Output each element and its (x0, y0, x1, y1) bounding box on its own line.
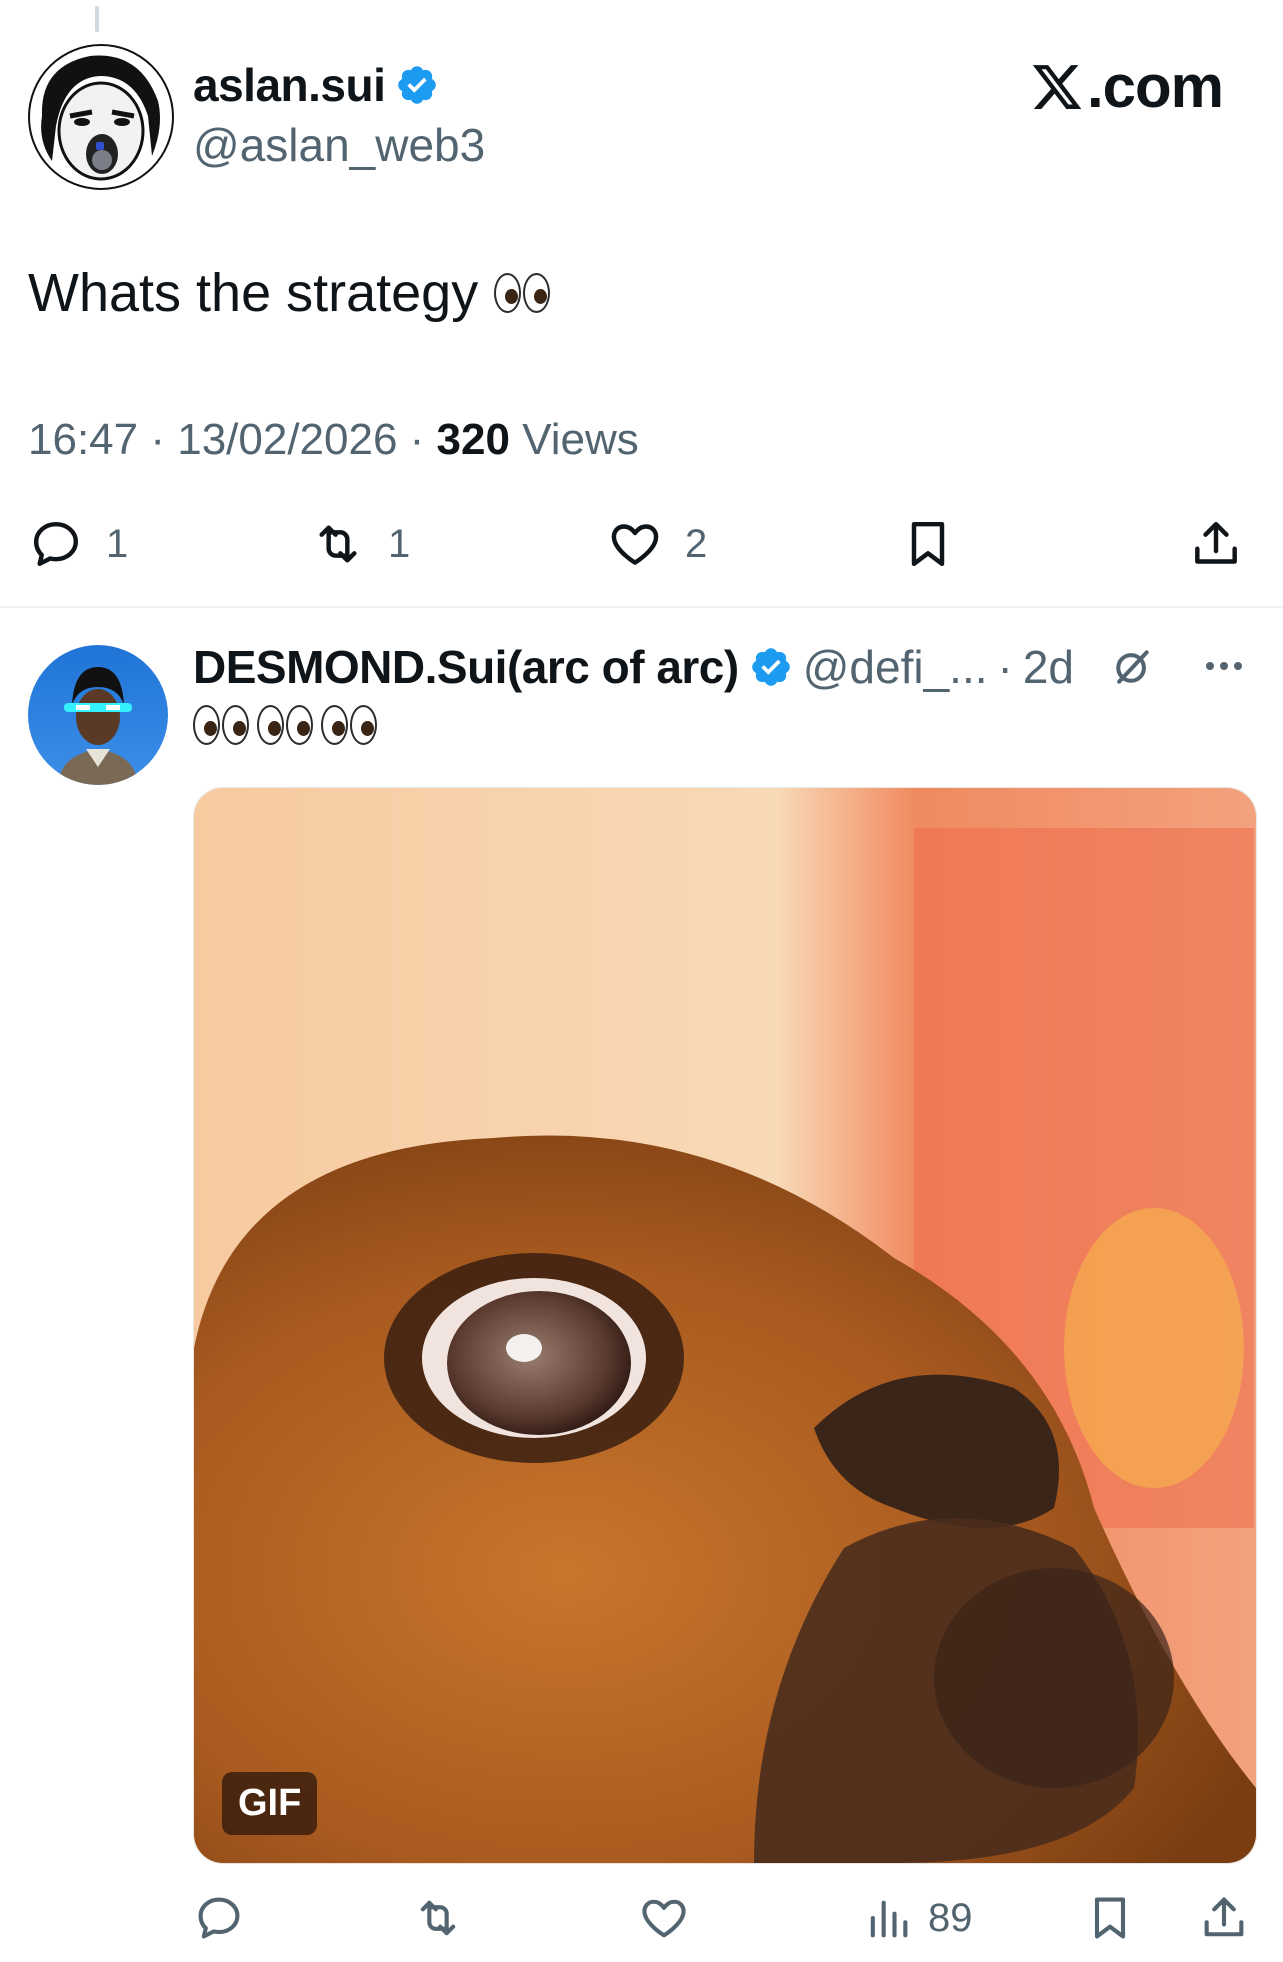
share-button[interactable] (1198, 1892, 1250, 1944)
tweet-text: Whats the strategy (28, 262, 551, 324)
tweet-date[interactable]: 13/02/2026 (177, 415, 397, 464)
tweet-time[interactable]: 16:47 (28, 415, 138, 464)
reply-button[interactable] (193, 1892, 245, 1944)
views-count: 89 (928, 1895, 973, 1940)
eyes-emoji-icon (257, 705, 313, 745)
more-options-icon[interactable] (1206, 662, 1242, 670)
reply-button[interactable]: 1 (28, 516, 128, 572)
eyes-emoji-icon (321, 705, 377, 745)
reply-text-emojis (193, 705, 377, 745)
x-logo-icon (1032, 64, 1082, 109)
bookmark-icon (1094, 1897, 1126, 1939)
bookmark-icon (911, 521, 945, 567)
repost-button[interactable]: 1 (310, 516, 410, 572)
bookmark-button[interactable] (1084, 1892, 1136, 1944)
reply-icon (33, 521, 79, 567)
like-button[interactable]: 2 (607, 516, 707, 572)
reply-age[interactable]: 2d (1023, 640, 1074, 694)
avatar-desmond[interactable] (28, 645, 168, 785)
repost-button[interactable] (412, 1892, 464, 1944)
views-count: 320 (436, 415, 510, 464)
brand-domain: .com (1086, 53, 1224, 120)
verified-badge-icon (751, 648, 790, 686)
repost-icon (420, 1900, 456, 1936)
gif-badge: GIF (222, 1772, 318, 1835)
author-handle[interactable]: @aslan_web3 (193, 118, 485, 172)
reply-action-bar: 89 (0, 1888, 1283, 1952)
share-button[interactable] (1188, 516, 1244, 572)
reply-author-row: DESMOND.Sui(arc of arc) @defi_... · 2d (193, 640, 1154, 694)
share-icon (1195, 521, 1237, 564)
thread-connector (95, 6, 99, 32)
like-count: 2 (685, 521, 708, 566)
reply-count: 1 (106, 521, 129, 566)
bookmark-button[interactable] (900, 516, 956, 572)
reply-display-name[interactable]: DESMOND.Sui(arc of arc) (193, 640, 739, 694)
views-button[interactable]: 89 (862, 1892, 973, 1944)
avatar-aslan[interactable] (28, 44, 174, 190)
eyes-emoji-icon (193, 705, 249, 745)
views-label: Views (522, 415, 639, 464)
reply-icon (198, 1897, 240, 1939)
heart-icon (642, 1899, 686, 1938)
tweet-body: Whats the strategy (28, 263, 479, 323)
verified-badge-icon (398, 66, 437, 104)
gif-media[interactable]: GIF (193, 787, 1257, 1864)
share-icon (1204, 1897, 1244, 1937)
tweet-meta: 16:47 · 13/02/2026 · 320 Views (28, 415, 639, 464)
author-display-name[interactable]: aslan.sui (193, 58, 386, 112)
heart-icon (611, 524, 659, 565)
separator-dot: · (997, 641, 1013, 693)
brand-mark: .com (1029, 52, 1224, 121)
reply-handle[interactable]: @defi_... (803, 640, 988, 694)
repost-icon (319, 525, 357, 563)
eyes-emoji-icon (494, 273, 551, 313)
repost-count: 1 (388, 521, 411, 566)
main-action-bar: 1 1 2 (0, 510, 1283, 580)
main-author-name-row: aslan.sui (193, 58, 439, 112)
like-button[interactable] (638, 1892, 690, 1944)
divider (0, 606, 1283, 608)
grok-icon[interactable] (1110, 645, 1154, 689)
analytics-icon (870, 1900, 908, 1938)
dog-gif-image (194, 788, 1256, 1863)
